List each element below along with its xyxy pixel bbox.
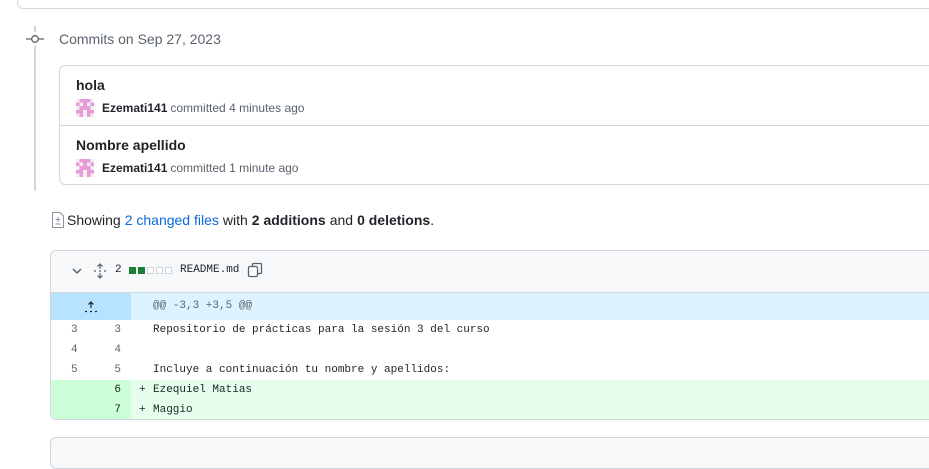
diffstat-added-block — [129, 267, 136, 274]
deletions-count: 0 deletions — [357, 212, 431, 228]
file-name-link[interactable]: README.md — [180, 264, 239, 276]
diff-summary: Showing 2 changed files with 2 additions… — [51, 212, 434, 228]
new-line-number[interactable]: 3 — [91, 320, 131, 340]
commit-meta: Ezemati141 committed 1 minute ago — [76, 159, 298, 177]
diffstat-neutral-block — [156, 267, 163, 274]
hunk-header-row: @@ -3,3 +3,5 @@ — [51, 293, 929, 320]
file-diff-header: 2 README.md — [51, 251, 929, 293]
commit-author-link[interactable]: Ezemati141 — [102, 101, 167, 115]
summary-and: and — [329, 212, 354, 228]
addition-marker: + — [139, 404, 146, 416]
line-code: Maggio — [153, 404, 193, 416]
old-line-number[interactable]: 5 — [51, 360, 91, 380]
commit-title-link[interactable]: hola — [76, 77, 105, 93]
previous-section-box — [17, 0, 929, 9]
commit-action-text: committed — [170, 101, 226, 115]
commit-item: Nombre apellido Ezemati141 committed 1 m… — [60, 125, 929, 184]
change-count: 2 — [115, 264, 122, 276]
commit-meta: Ezemati141 committed 4 minutes ago — [76, 99, 304, 117]
new-line-number[interactable]: 5 — [91, 360, 131, 380]
old-line-number[interactable]: 4 — [51, 340, 91, 360]
diff-line-added: 6 + Ezequiel Matias — [51, 380, 929, 400]
diffstat-neutral-block — [147, 267, 154, 274]
summary-with: with — [222, 212, 248, 228]
diff-line: 3 3 Repositorio de prácticas para la ses… — [51, 320, 929, 340]
changed-files-link[interactable]: 2 changed files — [125, 212, 219, 228]
new-line-number[interactable]: 4 — [91, 340, 131, 360]
commits-date-heading: Commits on Sep 27, 2023 — [59, 31, 221, 47]
old-line-number[interactable] — [51, 400, 91, 419]
commit-action-text: committed — [170, 161, 226, 175]
expand-up-icon — [85, 300, 97, 312]
diffstat-neutral-block — [165, 267, 172, 274]
commit-time[interactable]: 4 minutes ago — [229, 101, 304, 115]
commit-author-link[interactable]: Ezemati141 — [102, 161, 167, 175]
commit-list: hola Ezemati141 committed 4 minutes ago … — [59, 65, 929, 185]
line-code: Incluye a continuación tu nombre y apell… — [153, 364, 451, 376]
old-line-number[interactable]: 3 — [51, 320, 91, 340]
commit-item: hola Ezemati141 committed 4 minutes ago — [60, 66, 929, 124]
diffstat-bar — [129, 267, 174, 274]
line-code: Ezequiel Matias — [153, 384, 253, 396]
diff-line: 5 5 Incluye a continuación tu nombre y a… — [51, 360, 929, 380]
commit-node-icon — [26, 32, 44, 46]
timeline-line — [34, 26, 36, 191]
expand-up-button[interactable] — [51, 293, 131, 320]
addition-marker: + — [139, 384, 146, 396]
summary-period: . — [430, 212, 435, 228]
chevron-down-icon[interactable] — [71, 265, 83, 277]
summary-showing: Showing — [67, 212, 121, 228]
file-diff: 2 README.md @@ -3,3 +3,5 @@ 3 3 Reposito… — [50, 250, 929, 420]
copy-icon[interactable] — [247, 262, 263, 278]
avatar[interactable] — [76, 159, 94, 177]
commit-time[interactable]: 1 minute ago — [229, 161, 298, 175]
unfold-icon[interactable] — [93, 263, 107, 279]
commit-title-link[interactable]: Nombre apellido — [76, 137, 186, 153]
diff-line-added: 7 + Maggio — [51, 400, 929, 419]
new-line-number[interactable]: 7 — [91, 400, 131, 419]
old-line-number[interactable] — [51, 380, 91, 400]
diffstat-added-block — [138, 267, 145, 274]
avatar[interactable] — [76, 99, 94, 117]
next-file-diff-header — [50, 437, 929, 469]
new-line-number[interactable]: 6 — [91, 380, 131, 400]
line-code: Repositorio de prácticas para la sesión … — [153, 324, 490, 336]
additions-count: 2 additions — [251, 212, 326, 228]
hunk-header-text: @@ -3,3 +3,5 @@ — [153, 300, 253, 312]
diff-line: 4 4 — [51, 340, 929, 360]
file-diff-icon — [52, 212, 64, 228]
